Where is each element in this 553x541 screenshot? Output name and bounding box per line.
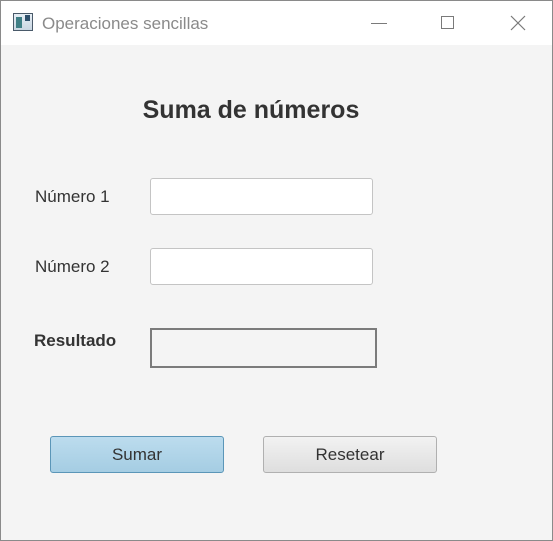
title-bar: Operaciones sencillas [1, 1, 552, 45]
numero1-field[interactable] [150, 178, 373, 215]
resultado-output [150, 328, 377, 368]
window-title: Operaciones sencillas [42, 14, 209, 33]
close-button[interactable] [495, 1, 541, 45]
page-title: Suma de números [142, 96, 360, 124]
numero2-label: Número 2 [35, 257, 110, 276]
numero1-label: Número 1 [35, 187, 110, 206]
resultado-label: Resultado [34, 331, 117, 350]
maximize-icon [441, 16, 454, 29]
java-app-icon [13, 13, 33, 31]
minimize-button[interactable] [356, 1, 402, 45]
maximize-button[interactable] [425, 1, 471, 45]
minimize-icon [371, 23, 387, 24]
app-icon-mark-small [25, 15, 30, 21]
sumar-button[interactable]: Sumar [50, 436, 224, 473]
app-icon-mark [16, 17, 22, 28]
app-window: Operaciones sencillas Suma de números Nú… [0, 0, 553, 541]
resetear-button[interactable]: Resetear [263, 436, 437, 473]
close-icon [510, 15, 526, 31]
numero2-field[interactable] [150, 248, 373, 285]
